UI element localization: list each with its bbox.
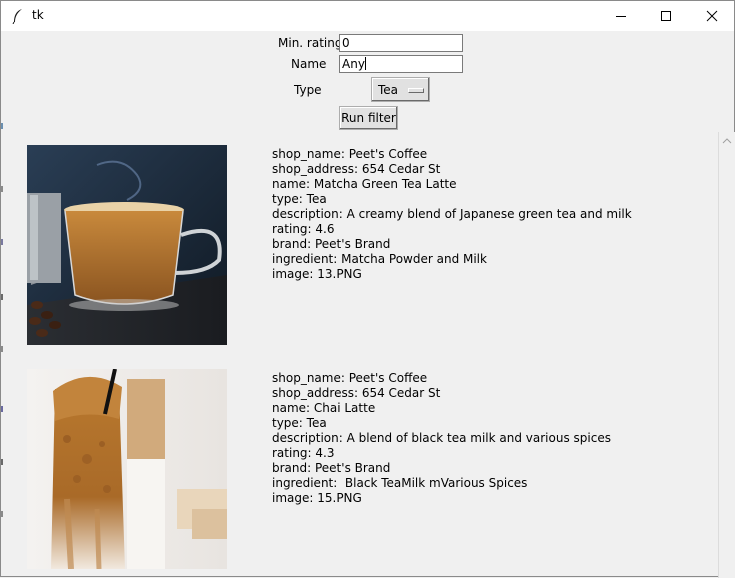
close-button[interactable] xyxy=(689,1,735,31)
item-details: shop_name: Peet's Coffee shop_address: 6… xyxy=(272,371,611,506)
edge-marker xyxy=(1,511,3,517)
shop-address: shop_address: 654 Cedar St xyxy=(272,162,441,176)
edge-marker xyxy=(1,294,3,300)
maximize-icon xyxy=(661,11,671,21)
shop-name: shop_name: Peet's Coffee xyxy=(272,371,428,385)
min-rating-value: 0 xyxy=(342,36,350,50)
vertical-scrollbar[interactable] xyxy=(718,132,735,578)
name-input[interactable]: Any xyxy=(339,55,463,73)
product-type: type: Tea xyxy=(272,416,327,430)
product-image-file: image: 15.PNG xyxy=(272,491,362,505)
edge-marker xyxy=(1,346,3,352)
type-select-value: Tea xyxy=(378,83,399,97)
shop-address: shop_address: 654 Cedar St xyxy=(272,386,441,400)
name-label: Name xyxy=(291,57,327,71)
product-rating: rating: 4.3 xyxy=(272,446,335,460)
close-icon xyxy=(706,10,718,22)
run-filter-button[interactable]: Run filter xyxy=(339,106,398,130)
edge-marker xyxy=(1,186,3,192)
minimize-icon xyxy=(616,16,626,17)
scroll-up-arrow-icon[interactable] xyxy=(719,134,735,148)
product-description: description: A creamy blend of Japanese … xyxy=(272,207,632,221)
minimize-button[interactable] xyxy=(598,1,644,31)
product-description: description: A blend of black tea milk a… xyxy=(272,431,611,445)
maximize-button[interactable] xyxy=(643,1,689,31)
shop-name: shop_name: Peet's Coffee xyxy=(272,147,428,161)
name-value: Any xyxy=(342,57,365,71)
product-brand: brand: Peet's Brand xyxy=(272,237,391,251)
title-bar[interactable]: tk xyxy=(1,1,734,31)
text-caret xyxy=(364,57,366,70)
product-brand: brand: Peet's Brand xyxy=(272,461,391,475)
edge-marker xyxy=(1,123,3,129)
product-rating: rating: 4.6 xyxy=(272,222,335,236)
edge-marker xyxy=(1,459,3,465)
matcha-latte-photo xyxy=(27,145,227,345)
product-name: name: Chai Latte xyxy=(272,401,376,415)
min-rating-label: Min. rating xyxy=(278,36,343,50)
type-select[interactable]: Tea xyxy=(371,77,430,102)
dropdown-indicator-icon xyxy=(408,88,424,93)
item-details: shop_name: Peet's Coffee shop_address: 6… xyxy=(272,147,632,282)
chai-latte-photo xyxy=(27,369,227,569)
edge-marker xyxy=(1,239,3,245)
app-window: tk Min. rating 0 Name Any Type Tea Run f… xyxy=(0,0,735,578)
chai-latte-image xyxy=(27,369,227,569)
edge-marker xyxy=(1,406,3,412)
product-ingredient: ingredient: Black TeaMilk mVarious Spice… xyxy=(272,476,528,490)
product-type: type: Tea xyxy=(272,192,327,206)
product-ingredient: ingredient: Matcha Powder and Milk xyxy=(272,252,487,266)
min-rating-input[interactable]: 0 xyxy=(339,34,463,52)
product-name: name: Matcha Green Tea Latte xyxy=(272,177,457,191)
feather-icon xyxy=(12,9,22,24)
window-title: tk xyxy=(32,8,44,22)
matcha-latte-image xyxy=(27,145,227,345)
type-label: Type xyxy=(294,83,322,97)
product-image-file: image: 13.PNG xyxy=(272,267,362,281)
